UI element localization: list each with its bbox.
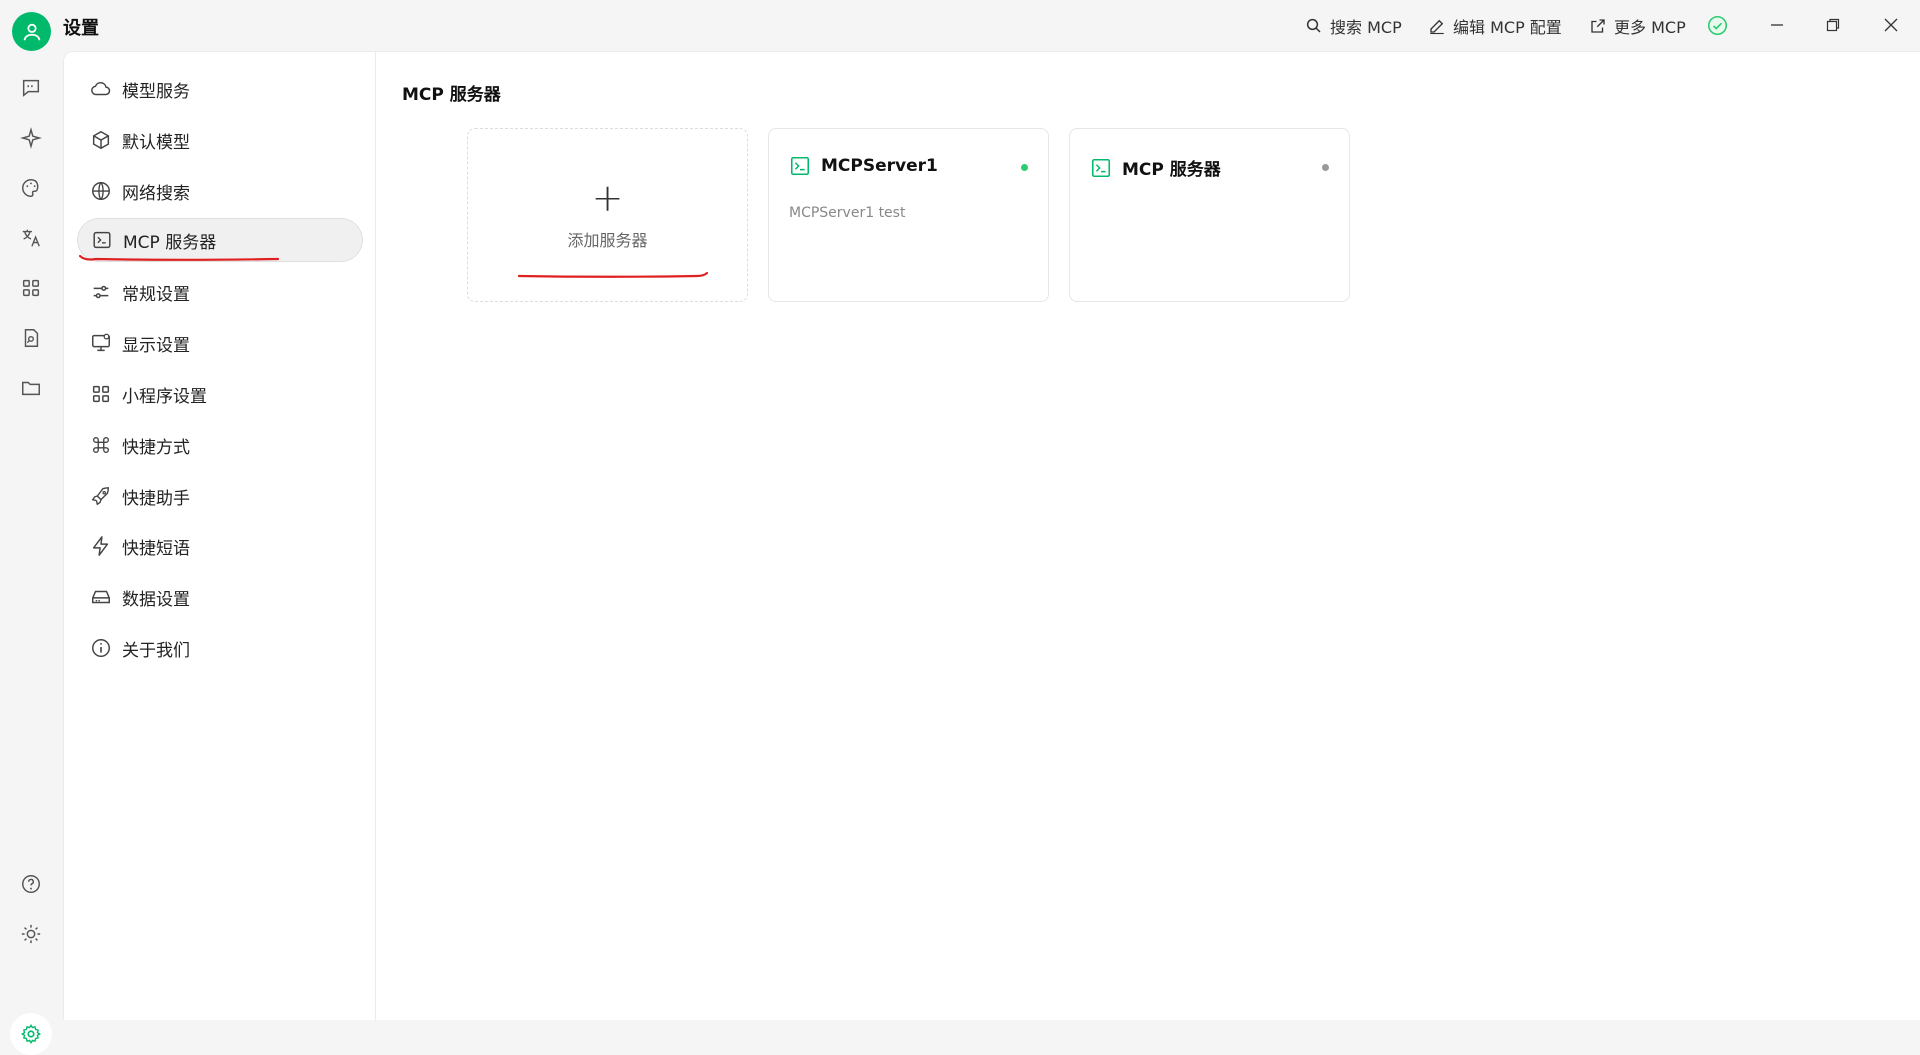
terminal-icon [1091,158,1111,177]
settings-panel: 模型服务 默认模型 网络搜索 MCP 服务器 常规设置 显示设置 小程序设置 快… [63,51,1920,1021]
user-avatar[interactable] [12,12,51,51]
edit-mcp-config-button[interactable]: 编辑 MCP 配置 [1428,14,1562,38]
check-circle-icon[interactable] [1707,15,1728,36]
rocket-icon [91,487,110,506]
menu-item-web-search[interactable]: 网络搜索 [77,169,363,213]
menu-item-label: 快捷方式 [122,437,190,458]
palette-icon [22,179,39,197]
server-description: MCPServer1 test [789,205,906,221]
menu-item-default-model[interactable]: 默认模型 [77,118,363,162]
section-title: MCP 服务器 [402,85,501,105]
menu-item-label: 常规设置 [122,284,190,305]
info-icon [92,639,110,657]
terminal-icon [93,231,111,249]
close-icon [1884,18,1898,32]
grid-icon [22,279,40,297]
more-mcp-button[interactable]: 更多 MCP [1589,14,1686,38]
menu-item-label: 数据设置 [122,589,190,610]
hard-drive-icon [92,590,110,604]
menu-item-quick-assistant[interactable]: 快捷助手 [77,474,363,518]
server-name: MCPServer1 [821,156,938,176]
cube-icon [92,130,110,150]
translate-icon [22,229,40,247]
chat-icon [22,79,40,97]
menu-item-about-us[interactable]: 关于我们 [77,626,363,670]
app-sidebar [0,51,63,1055]
sliders-icon [93,285,109,299]
chat-nav-button[interactable] [18,75,44,101]
page-title: 设置 [63,18,99,39]
menu-item-label: 模型服务 [122,81,190,102]
menu-item-label: 网络搜索 [122,183,190,204]
annotation-underline [518,271,708,278]
theme-toggle-button[interactable] [18,921,44,947]
menu-item-model-service[interactable]: 模型服务 [77,67,363,111]
menu-item-label: MCP 服务器 [123,232,217,253]
mcp-content: MCP 服务器 + 添加服务器 MCPServer1 MCPServer1 te… [377,52,1920,1021]
restore-icon [1826,18,1840,32]
menu-item-shortcuts[interactable]: 快捷方式 [77,423,363,467]
minimize-button[interactable] [1762,10,1792,40]
menu-item-data-settings[interactable]: 数据设置 [77,575,363,619]
menu-item-label: 小程序设置 [122,386,207,407]
restore-button[interactable] [1818,10,1848,40]
pencil-icon [1430,19,1444,35]
sun-icon [21,924,41,944]
folder-icon [22,381,40,396]
server-card[interactable]: MCPServer1 MCPServer1 test [768,128,1049,302]
search-icon [1306,18,1321,33]
add-server-label: 添加服务器 [567,231,648,250]
minimize-icon [1771,24,1783,26]
monitor-icon [92,333,110,352]
globe-icon [92,182,110,200]
plus-icon: + [591,176,624,220]
external-link-icon [1591,19,1605,33]
sparkle-icon [20,127,42,149]
gear-icon [20,1023,42,1045]
menu-item-label: 快捷短语 [122,538,190,559]
menu-item-miniapp-settings[interactable]: 小程序设置 [77,372,363,416]
settings-nav-button[interactable] [10,1013,52,1055]
add-server-card[interactable]: + 添加服务器 [467,128,748,302]
zap-icon [92,536,109,556]
help-icon [22,875,40,893]
title-bar: 设置 搜索 MCP 编辑 MCP 配置 更多 MCP [0,0,1920,51]
menu-item-label: 默认模型 [122,132,190,153]
menu-item-label: 关于我们 [122,640,190,661]
translate-nav-button[interactable] [18,225,44,251]
close-button[interactable] [1876,10,1906,40]
server-name: MCP 服务器 [1122,160,1221,180]
grid-icon [92,385,110,403]
settings-menu: 模型服务 默认模型 网络搜索 MCP 服务器 常规设置 显示设置 小程序设置 快… [64,52,376,1021]
search-mcp-button[interactable]: 搜索 MCP [1305,14,1402,38]
help-nav-button[interactable] [18,871,44,897]
search-mcp-label: 搜索 MCP [1330,18,1402,37]
menu-item-display-settings[interactable]: 显示设置 [77,321,363,365]
status-active-dot [1021,164,1028,171]
apps-nav-button[interactable] [18,275,44,301]
assistant-nav-button[interactable] [18,125,44,151]
user-icon [23,23,40,40]
annotation-underline [79,255,279,261]
menu-item-quick-phrases[interactable]: 快捷短语 [77,524,363,568]
menu-item-label: 快捷助手 [122,488,190,509]
menu-item-label: 显示设置 [122,335,190,356]
cloud-icon [91,81,111,96]
more-mcp-label: 更多 MCP [1614,18,1686,37]
file-search-icon [24,329,39,347]
menu-item-general-settings[interactable]: 常规设置 [77,270,363,314]
server-card[interactable]: MCP 服务器 [1069,128,1350,302]
edit-mcp-config-label: 编辑 MCP 配置 [1453,18,1562,37]
paint-nav-button[interactable] [18,175,44,201]
folder-nav-button[interactable] [18,375,44,401]
command-icon [93,437,109,453]
files-search-nav-button[interactable] [18,325,44,351]
terminal-icon [790,156,810,176]
status-inactive-dot [1322,164,1329,171]
server-card-header: MCP 服务器 [1090,155,1221,180]
server-card-header: MCPServer1 [789,155,938,177]
